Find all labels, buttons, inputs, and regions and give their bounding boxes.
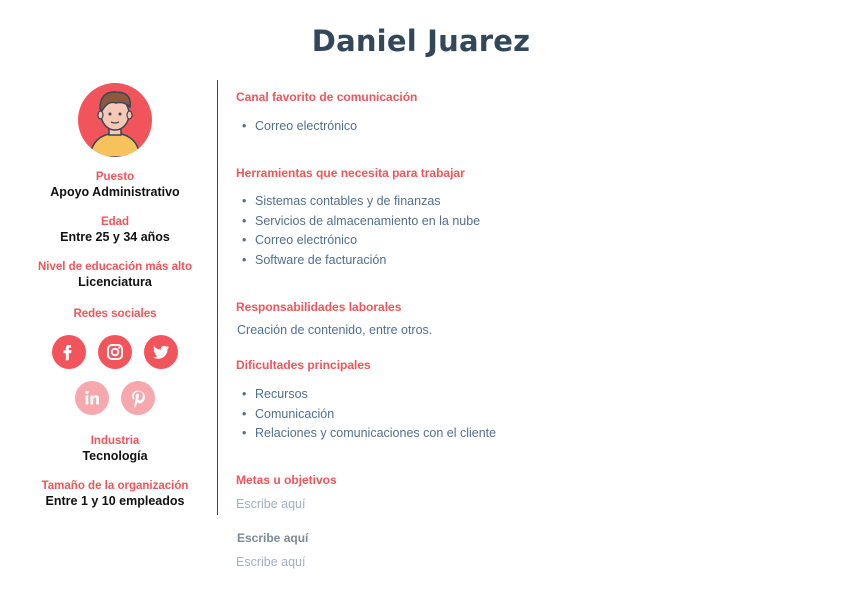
social-label: Redes sociales: [73, 308, 157, 320]
responsibilities-heading: Responsabilidades laborales: [236, 300, 402, 314]
list-item: Sistemas contables y de finanzas: [236, 192, 480, 212]
communication-heading: Canal favorito de comunicación: [236, 90, 418, 104]
avatar-illustration: [78, 83, 152, 157]
field-label: Puesto: [95, 171, 135, 183]
persona-name: Daniel Juarez: [311, 24, 531, 58]
list-item: Software de facturación: [236, 251, 480, 271]
column-divider: [217, 80, 218, 515]
challenges-heading: Dificultades principales: [236, 358, 371, 372]
linkedin-icon[interactable]: [75, 381, 109, 415]
pinterest-icon[interactable]: [121, 381, 155, 415]
twitter-icon[interactable]: [144, 335, 178, 369]
field-organization-size: Tamaño de la organización Entre 1 y 10 e…: [20, 480, 210, 508]
field-job-title: Puesto Apoyo Administrativo: [20, 171, 210, 199]
field-label: Nivel de educación más alto: [37, 261, 193, 273]
field-value: Apoyo Administrativo: [50, 185, 180, 199]
list-item: Recursos: [236, 385, 496, 405]
field-industry: Industria Tecnología: [20, 435, 210, 463]
list-item: Comunicación: [236, 405, 496, 425]
field-value: Entre 25 y 34 años: [60, 230, 170, 244]
extra-heading[interactable]: Escribe aquí: [237, 531, 308, 545]
goals-input[interactable]: Escribe aquí: [236, 497, 305, 511]
instagram-icon[interactable]: [98, 335, 132, 369]
responsibilities-text[interactable]: Creación de contenido, entre otros.: [237, 323, 432, 337]
extra-input[interactable]: Escribe aquí: [236, 555, 305, 569]
field-age: Edad Entre 25 y 34 años: [20, 216, 210, 244]
list-item: Servicios de almacenamiento en la nube: [236, 212, 480, 232]
field-education: Nivel de educación más alto Licenciatura: [20, 261, 210, 289]
avatar: [78, 83, 152, 157]
challenges-list: Recursos Comunicación Relaciones y comun…: [236, 385, 496, 444]
social-networks: Redes sociales: [20, 308, 210, 320]
tools-heading: Herramientas que necesita para trabajar: [236, 166, 465, 180]
list-item: Correo electrónico: [236, 231, 480, 251]
field-value: Tecnología: [82, 449, 148, 463]
tools-list: Sistemas contables y de finanzas Servici…: [236, 192, 480, 270]
field-label: Industria: [90, 435, 140, 447]
field-value: Licenciatura: [78, 275, 152, 289]
communication-list: Correo electrónico: [236, 117, 357, 137]
facebook-icon[interactable]: [52, 335, 86, 369]
field-value: Entre 1 y 10 empleados: [45, 494, 185, 508]
list-item: Correo electrónico: [236, 117, 357, 137]
field-label: Tamaño de la organización: [41, 480, 189, 492]
goals-heading: Metas u objetivos: [236, 473, 337, 487]
field-label: Edad: [100, 216, 130, 228]
list-item: Relaciones y comunicaciones con el clien…: [236, 424, 496, 444]
